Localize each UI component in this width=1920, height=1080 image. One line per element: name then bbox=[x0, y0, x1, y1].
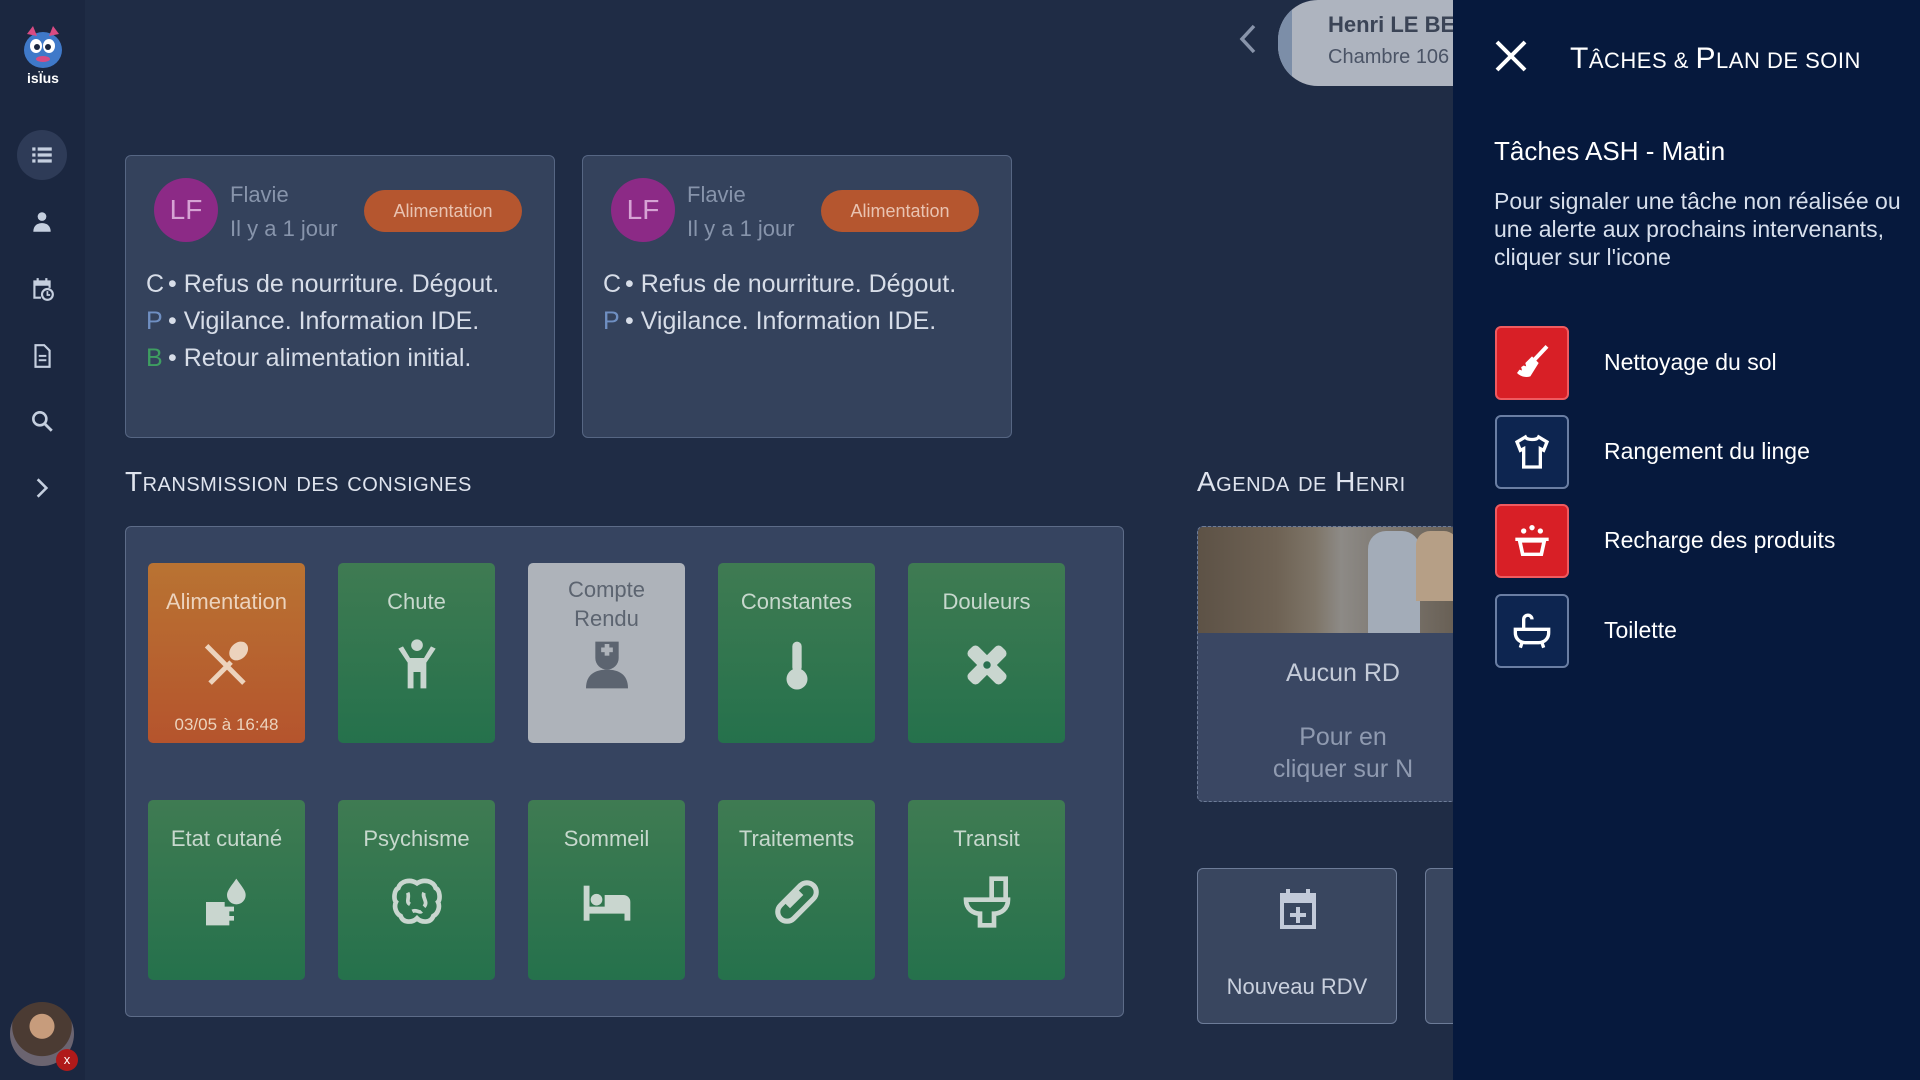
person-fall-icon bbox=[397, 639, 436, 689]
panel-subtitle: Tâches ASH - Matin bbox=[1494, 136, 1726, 166]
mascot-icon bbox=[24, 26, 62, 68]
resident-accent bbox=[1278, 0, 1292, 86]
tile-psychisme[interactable]: Psychisme bbox=[338, 800, 495, 980]
hand-drop-icon bbox=[205, 878, 246, 926]
thermometer-icon bbox=[786, 641, 807, 690]
panel-description: Pour signaler une tâche non réalisée ou … bbox=[1494, 188, 1901, 270]
task-toggle-button[interactable] bbox=[1495, 415, 1569, 489]
line-p: P • Vigilance. Information IDE. bbox=[146, 307, 480, 335]
author-name: Flavie bbox=[230, 182, 289, 207]
tile-constantes[interactable]: Constantes bbox=[718, 563, 875, 743]
nav-planning-button[interactable] bbox=[17, 264, 67, 314]
consignes-grid: Alimentation 03/05 à 16:48 Chute Compte … bbox=[125, 526, 1124, 1017]
transmission-card[interactable]: LF Flavie Il y a 1 jour Alimentation C • … bbox=[582, 155, 1012, 438]
user-badge[interactable]: x bbox=[56, 1049, 78, 1071]
resident-name: Henri LE BE bbox=[1328, 12, 1456, 37]
line-p: P • Vigilance. Information IDE. bbox=[603, 307, 937, 335]
line-b: B • Retour alimentation initial. bbox=[146, 344, 472, 372]
pill-icon bbox=[774, 880, 819, 924]
task-toggle-button[interactable] bbox=[1495, 594, 1569, 668]
nav-documents-button[interactable] bbox=[17, 331, 67, 381]
timestamp: Il y a 1 jour bbox=[230, 216, 338, 241]
author-avatar: LF bbox=[154, 178, 218, 242]
resident-header[interactable]: Henri LE BE Chambre 106 bbox=[1278, 0, 1478, 86]
toilet-icon bbox=[963, 876, 1010, 928]
task-recharge-des-produits: Recharge des produits bbox=[1495, 504, 1915, 578]
agenda-title: Agenda de Henri bbox=[1197, 466, 1406, 497]
brain-icon bbox=[391, 878, 442, 924]
task-nettoyage-du-sol: Nettoyage du sol bbox=[1495, 326, 1915, 400]
line-c: C • Refus de nourriture. Dégout. bbox=[146, 270, 500, 298]
transmission-lines: C • Refus de nourriture. Dégout. P • Vigil… bbox=[146, 266, 499, 377]
tile-alimentation[interactable]: Alimentation 03/05 à 16:48 bbox=[148, 563, 305, 743]
close-icon[interactable] bbox=[1493, 38, 1529, 74]
transmission-card[interactable]: LF Flavie Il y a 1 jour Alimentation C • … bbox=[125, 155, 555, 438]
consignes-title: Transmission des consignes bbox=[125, 466, 472, 497]
tile-transit[interactable]: Transit bbox=[908, 800, 1065, 980]
agenda-card: Aucun RD Pour en cliquer sur N bbox=[1197, 526, 1457, 802]
sidebar: isÏus x bbox=[0, 0, 85, 1080]
bed-icon bbox=[583, 885, 630, 921]
nav-expand-button[interactable] bbox=[17, 463, 67, 513]
tile-compte-rendu[interactable]: Compte Rendu bbox=[528, 563, 685, 743]
calendar-clock-icon bbox=[33, 278, 54, 301]
task-toilette: Toilette bbox=[1495, 594, 1915, 668]
task-toggle-button[interactable] bbox=[1495, 504, 1569, 578]
tasks-panel: Tâches & Plan de soin Tâches ASH - Matin… bbox=[1453, 0, 1920, 1080]
chevron-left-icon[interactable] bbox=[1236, 22, 1260, 56]
nav-resident-button[interactable] bbox=[17, 197, 67, 247]
search-icon bbox=[32, 411, 53, 432]
category-tag: Alimentation bbox=[821, 190, 979, 232]
resident-icon bbox=[33, 212, 51, 232]
agenda-hint: cliquer sur N bbox=[1272, 755, 1414, 783]
tile-douleurs[interactable]: Douleurs bbox=[908, 563, 1065, 743]
logo-text: isÏus bbox=[27, 70, 59, 86]
new-rdv-button[interactable]: Nouveau RDV bbox=[1197, 868, 1397, 1024]
bandage-icon bbox=[966, 645, 1007, 685]
tile-chute[interactable]: Chute bbox=[338, 563, 495, 743]
calendar-plus-icon bbox=[1280, 889, 1316, 929]
list-icon bbox=[32, 147, 52, 163]
category-tag: Alimentation bbox=[364, 190, 522, 232]
tile-date: 03/05 à 16:48 bbox=[174, 715, 279, 734]
broom-icon bbox=[1517, 344, 1549, 377]
task-toggle-button[interactable] bbox=[1495, 326, 1569, 400]
chevron-right-icon bbox=[36, 478, 49, 498]
basket-icon bbox=[1515, 525, 1549, 556]
timestamp: Il y a 1 jour bbox=[687, 216, 795, 241]
nav-search-button[interactable] bbox=[17, 396, 67, 446]
nav-list-button[interactable] bbox=[17, 130, 67, 180]
tile-traitements[interactable]: Traitements bbox=[718, 800, 875, 980]
transmission-lines: C • Refus de nourriture. Dégout. P • Vigil… bbox=[603, 266, 956, 340]
agenda-photo bbox=[1198, 527, 1456, 633]
panel-title: Tâches & Plan de soin bbox=[1570, 42, 1861, 75]
utensils-icon bbox=[204, 641, 248, 685]
agenda-hint: Pour en bbox=[1299, 723, 1387, 751]
tile-sommeil[interactable]: Sommeil bbox=[528, 800, 685, 980]
line-c: C • Refus de nourriture. Dégout. bbox=[603, 270, 957, 298]
tile-etat-cutane[interactable]: Etat cutané bbox=[148, 800, 305, 980]
resident-room: Chambre 106 bbox=[1328, 46, 1450, 68]
author-name: Flavie bbox=[687, 182, 746, 207]
app-logo: isÏus bbox=[17, 24, 69, 90]
task-rangement-du-linge: Rangement du linge bbox=[1495, 415, 1915, 489]
shirt-icon bbox=[1514, 434, 1550, 469]
bathtub-icon bbox=[1513, 613, 1551, 649]
agenda-empty-text: Aucun RD bbox=[1286, 659, 1400, 687]
document-icon bbox=[34, 344, 51, 368]
author-avatar: LF bbox=[611, 178, 675, 242]
nurse-icon bbox=[585, 641, 628, 689]
